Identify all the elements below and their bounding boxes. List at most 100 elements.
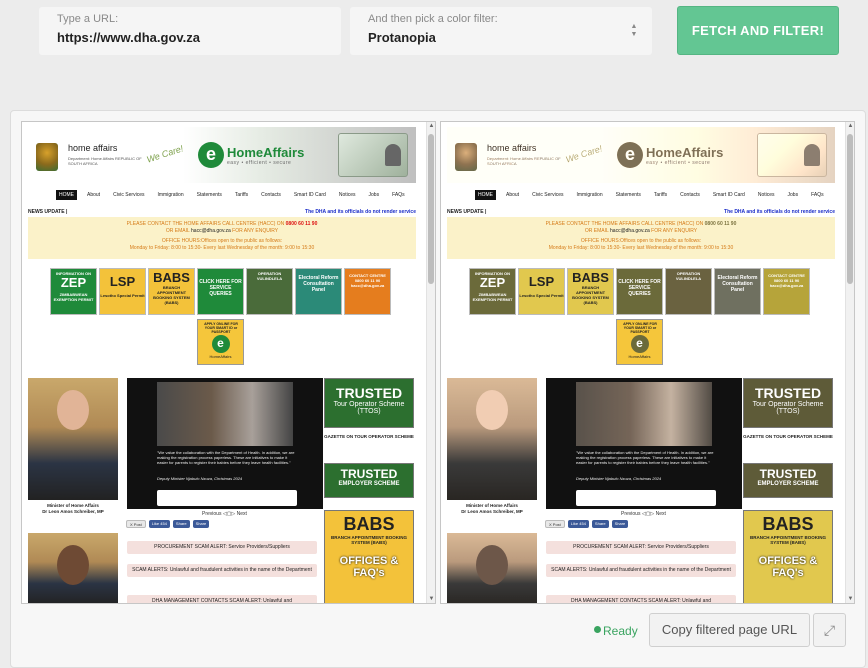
alert-management[interactable]: DHA MANAGEMENT CONTACTS SCAM ALERT: Unla… — [127, 595, 317, 603]
logo-tagline: easy • efficient • secure — [646, 159, 711, 166]
vulindlela-tile[interactable]: OPERATION VULINDLELA — [665, 268, 712, 315]
minister-caption: Minister of Home Affairs Dr Leon Amos Sc… — [42, 503, 104, 514]
social-button[interactable]: Share — [591, 520, 609, 528]
news-slideshow[interactable]: "We value the collaboration with the Dep… — [127, 378, 323, 509]
scroll-down-icon[interactable]: ▼ — [846, 596, 854, 602]
alert-procurement[interactable]: PROCUREMENT SCAM ALERT: Service Provider… — [546, 541, 736, 554]
lsp-tile[interactable]: LSP Lesotho Special Permit — [99, 268, 146, 315]
site-nav-item[interactable]: Jobs — [366, 190, 383, 200]
vulindlela-tile[interactable]: OPERATION VULINDLELA — [246, 268, 293, 315]
expand-icon[interactable]: ⤢ — [813, 613, 846, 647]
deputy-minister-portrait — [447, 533, 537, 603]
service-queries-tile[interactable]: CLICK HERE FOR SERVICE QUERIES — [197, 268, 244, 315]
social-button[interactable]: X Post — [126, 520, 146, 528]
alert-scam[interactable]: SCAM ALERTS: Unlawful and fraudulent act… — [546, 564, 736, 577]
employer-scheme-banner[interactable]: TRUSTED EMPLOYER SCHEME — [324, 463, 414, 498]
alert-procurement[interactable]: PROCUREMENT SCAM ALERT: Service Provider… — [127, 541, 317, 554]
babs-tile[interactable]: BABS BRANCH APPOINTMENT BOOKING SYSTEM (… — [567, 268, 614, 315]
social-button[interactable]: Like 454 — [148, 520, 170, 528]
site-nav-item[interactable]: Statements — [194, 190, 225, 200]
site-nav-item[interactable]: About — [84, 190, 103, 200]
babs-offices-banner[interactable]: BABS BRANCH APPOINTMENT BOOKING SYSTEM (… — [324, 510, 414, 603]
site-nav-item[interactable]: FAQs — [389, 190, 408, 200]
social-buttons: X Post Like 454 Share Share — [126, 520, 210, 528]
site-nav-item[interactable]: HOME — [56, 190, 77, 200]
scroll-thumb[interactable] — [847, 134, 853, 284]
zep-tile[interactable]: INFORMATION ON ZEP ZIMBABWEAN EXEMPTION … — [50, 268, 97, 315]
slideshow-pager[interactable]: Previous ◁▢▷ Next — [621, 511, 666, 517]
employer-scheme-banner[interactable]: TRUSTED EMPLOYER SCHEME — [743, 463, 833, 498]
gazette-link[interactable]: GAZETTE ON TOUR OPERATOR SCHEME — [324, 434, 414, 440]
rendered-site: home affairs Department: Home Affairs RE… — [441, 122, 846, 603]
filtered-preview-frame[interactable]: home affairs Department: Home Affairs RE… — [440, 121, 855, 604]
contact-centre-tile[interactable]: CONTACT CENTRE 0800 60 11 90 hacc@dha.go… — [344, 268, 391, 315]
slideshow-pager[interactable]: Previous ◁▢▷ Next — [202, 511, 247, 517]
social-button[interactable]: Share — [192, 520, 210, 528]
site-nav-item[interactable]: Tariffs — [232, 190, 251, 200]
news-slideshow[interactable]: "We value the collaboration with the Dep… — [546, 378, 742, 509]
site-nav-item[interactable]: FAQs — [808, 190, 827, 200]
site-nav-item[interactable]: Civic Services — [110, 190, 147, 200]
news-ticker[interactable]: The DHA and its officials do not render … — [724, 209, 835, 215]
site-nav-item[interactable]: Immigration — [154, 190, 186, 200]
site-nav-item[interactable]: Smart ID Card — [710, 190, 748, 200]
babs-offices-banner[interactable]: BABS BRANCH APPOINTMENT BOOKING SYSTEM (… — [743, 510, 833, 603]
site-header: home affairs Department: Home Affairs RE… — [447, 127, 835, 183]
apply-online-tile[interactable]: APPLY ONLINE FOR YOUR SMART ID or PASSPO… — [197, 319, 244, 365]
url-field[interactable]: Type a URL: https://www.dha.gov.za — [39, 7, 341, 55]
select-arrows-icon[interactable]: ▲ ▼ — [630, 23, 638, 39]
alert-management[interactable]: DHA MANAGEMENT CONTACTS SCAM ALERT: Unla… — [546, 595, 736, 603]
site-nav-item[interactable]: About — [503, 190, 522, 200]
minister-portrait — [28, 378, 118, 500]
site-nav: HOME About Civic Services Immigration Statem… — [28, 189, 416, 201]
coat-of-arms-icon — [36, 143, 58, 171]
scroll-up-icon[interactable]: ▲ — [427, 123, 435, 129]
fetch-and-filter-button[interactable]: FETCH AND FILTER! — [677, 6, 839, 55]
scroll-thumb[interactable] — [428, 134, 434, 284]
url-label: Type a URL: — [57, 13, 119, 25]
site-nav-item[interactable]: Immigration — [573, 190, 605, 200]
babs-tile[interactable]: BABS BRANCH APPOINTMENT BOOKING SYSTEM (… — [148, 268, 195, 315]
alert-scam[interactable]: SCAM ALERTS: Unlawful and fraudulent act… — [127, 564, 317, 577]
site-nav-item[interactable]: Notices — [755, 190, 778, 200]
filter-value[interactable]: Protanopia — [368, 30, 634, 45]
color-filter-select[interactable]: And then pick a color filter: Protanopia… — [350, 7, 652, 55]
ttos-banner[interactable]: TRUSTED Tour Operator Scheme (TTOS) — [743, 378, 833, 428]
social-button[interactable]: Share — [611, 520, 629, 528]
social-button[interactable]: X Post — [545, 520, 565, 528]
apply-online-tile[interactable]: APPLY ONLINE FOR YOUR SMART ID or PASSPO… — [616, 319, 663, 365]
minister-caption: Minister of Home Affairs Dr Leon Amos Sc… — [461, 503, 523, 514]
ttos-banner[interactable]: TRUSTED Tour Operator Scheme (TTOS) — [324, 378, 414, 428]
site-nav-item[interactable]: HOME — [475, 190, 496, 200]
site-nav: HOME About Civic Services Immigration Statem… — [447, 189, 835, 201]
logo-title: HomeAffairs — [646, 144, 724, 160]
lsp-tile[interactable]: LSP Lesotho Special Permit — [518, 268, 565, 315]
site-nav-item[interactable]: Civic Services — [529, 190, 566, 200]
site-nav-item[interactable]: Statements — [613, 190, 644, 200]
site-nav-item[interactable]: Jobs — [785, 190, 802, 200]
copy-filtered-url-button[interactable]: Copy filtered page URL — [649, 613, 810, 647]
pane-scrollbar[interactable]: ▲ ▼ — [845, 122, 854, 603]
site-nav-item[interactable]: Tariffs — [651, 190, 670, 200]
scroll-up-icon[interactable]: ▲ — [846, 123, 854, 129]
electoral-tile[interactable]: Electoral Reform Consultation Panel — [714, 268, 761, 315]
news-ticker[interactable]: The DHA and its officials do not render … — [305, 209, 416, 215]
social-button[interactable]: Share — [172, 520, 190, 528]
social-button[interactable]: Like 454 — [567, 520, 589, 528]
scroll-down-icon[interactable]: ▼ — [427, 596, 435, 602]
pane-scrollbar[interactable]: ▲ ▼ — [426, 122, 435, 603]
site-nav-item[interactable]: Contacts — [677, 190, 703, 200]
gazette-link[interactable]: GAZETTE ON TOUR OPERATOR SCHEME — [743, 434, 833, 440]
filter-label: And then pick a color filter: — [368, 13, 498, 25]
site-nav-item[interactable]: Contacts — [258, 190, 284, 200]
electoral-tile[interactable]: Electoral Reform Consultation Panel — [295, 268, 342, 315]
url-input[interactable]: https://www.dha.gov.za — [57, 30, 323, 45]
smart-id-card-image — [757, 133, 827, 177]
zep-tile[interactable]: INFORMATION ON ZEP ZIMBABWEAN EXEMPTION … — [469, 268, 516, 315]
original-preview-frame[interactable]: home affairs Department: Home Affairs RE… — [21, 121, 436, 604]
service-queries-tile[interactable]: CLICK HERE FOR SERVICE QUERIES — [616, 268, 663, 315]
e-logo-icon: e — [630, 335, 649, 353]
site-nav-item[interactable]: Smart ID Card — [291, 190, 329, 200]
site-nav-item[interactable]: Notices — [336, 190, 359, 200]
contact-centre-tile[interactable]: CONTACT CENTRE 0800 60 11 90 hacc@dha.go… — [763, 268, 810, 315]
